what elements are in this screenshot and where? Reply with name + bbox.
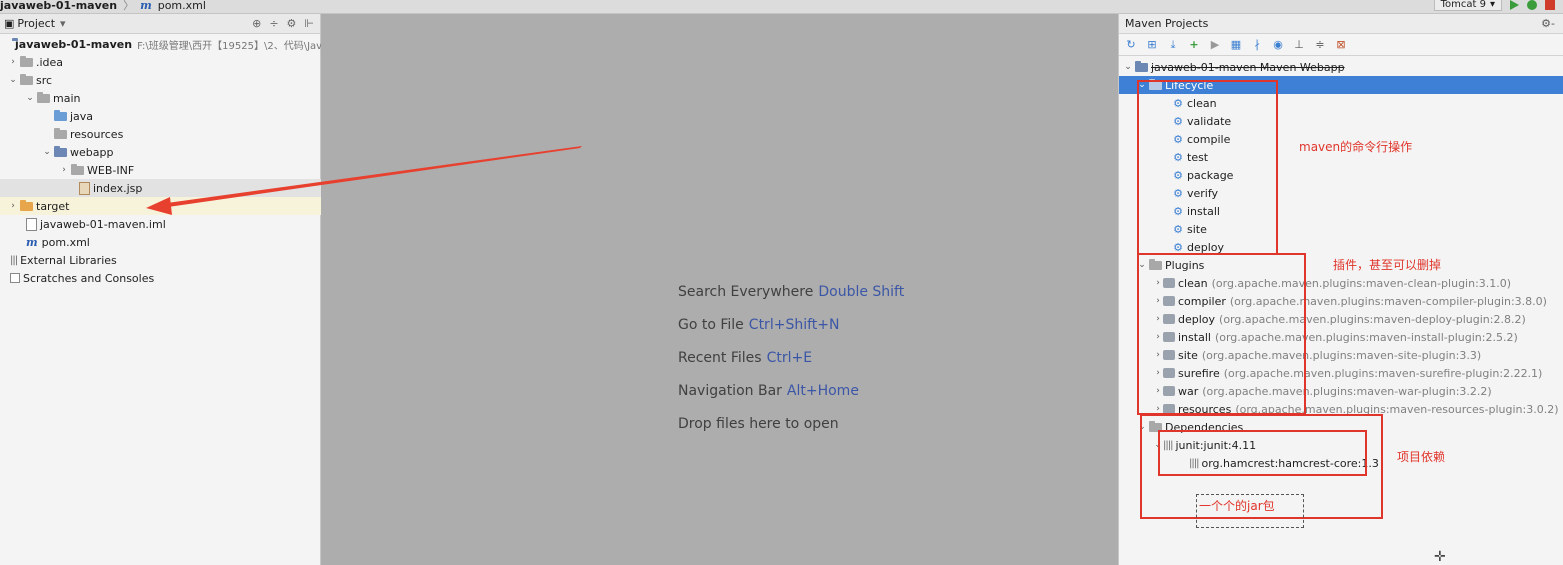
maven-project-icon bbox=[1135, 60, 1148, 72]
collapse-all-icon[interactable]: ≑ bbox=[1314, 38, 1326, 51]
reimport-icon[interactable]: ↻ bbox=[1125, 38, 1137, 51]
annotation-plugins-note: 插件，甚至可以删掉 bbox=[1333, 258, 1442, 272]
annotation-box-plugins bbox=[1137, 253, 1306, 415]
annotation-deps-note: 项目依赖 bbox=[1397, 450, 1446, 464]
annotation-box-jars bbox=[1158, 430, 1367, 476]
annotation-arrow-head bbox=[146, 197, 172, 215]
annotation-arrow-shaft bbox=[167, 146, 582, 207]
annotation-lifecycle-note: maven的命令行操作 bbox=[1299, 140, 1413, 154]
maven-project-label: javaweb-01-maven Maven Webapp bbox=[1151, 60, 1345, 74]
maven-project-node[interactable]: ⌄ javaweb-01-maven Maven Webapp bbox=[1119, 58, 1563, 76]
add-icon[interactable]: + bbox=[1188, 38, 1200, 51]
run-icon[interactable]: ▶ bbox=[1209, 38, 1221, 51]
annotation-box-lifecycle bbox=[1137, 80, 1278, 255]
maven-panel-header: Maven Projects ⚙- bbox=[1119, 14, 1563, 34]
gear-icon[interactable]: ⚙- bbox=[1541, 17, 1555, 30]
settings-icon[interactable]: ⊠ bbox=[1335, 38, 1347, 51]
download-icon[interactable]: ⤓ bbox=[1167, 38, 1179, 52]
show-dependencies-icon[interactable]: ⊥ bbox=[1293, 38, 1305, 51]
annotation-jar-note: 一个个的jar包 bbox=[1199, 499, 1275, 513]
skip-tests-icon[interactable]: ◉ bbox=[1272, 38, 1284, 51]
maven-panel-title: Maven Projects bbox=[1125, 17, 1209, 30]
crosshair-cursor-icon: ✛ bbox=[1434, 549, 1446, 565]
execute-goal-icon[interactable]: ▦ bbox=[1230, 38, 1242, 51]
generate-sources-icon[interactable]: ⊞ bbox=[1146, 38, 1158, 51]
toggle-offline-icon[interactable]: ∤ bbox=[1251, 38, 1263, 51]
chevron-down-icon[interactable]: ⌄ bbox=[1123, 62, 1133, 72]
maven-toolbar: ↻ ⊞ ⤓ + ▶ ▦ ∤ ◉ ⊥ ≑ ⊠ bbox=[1119, 34, 1563, 56]
